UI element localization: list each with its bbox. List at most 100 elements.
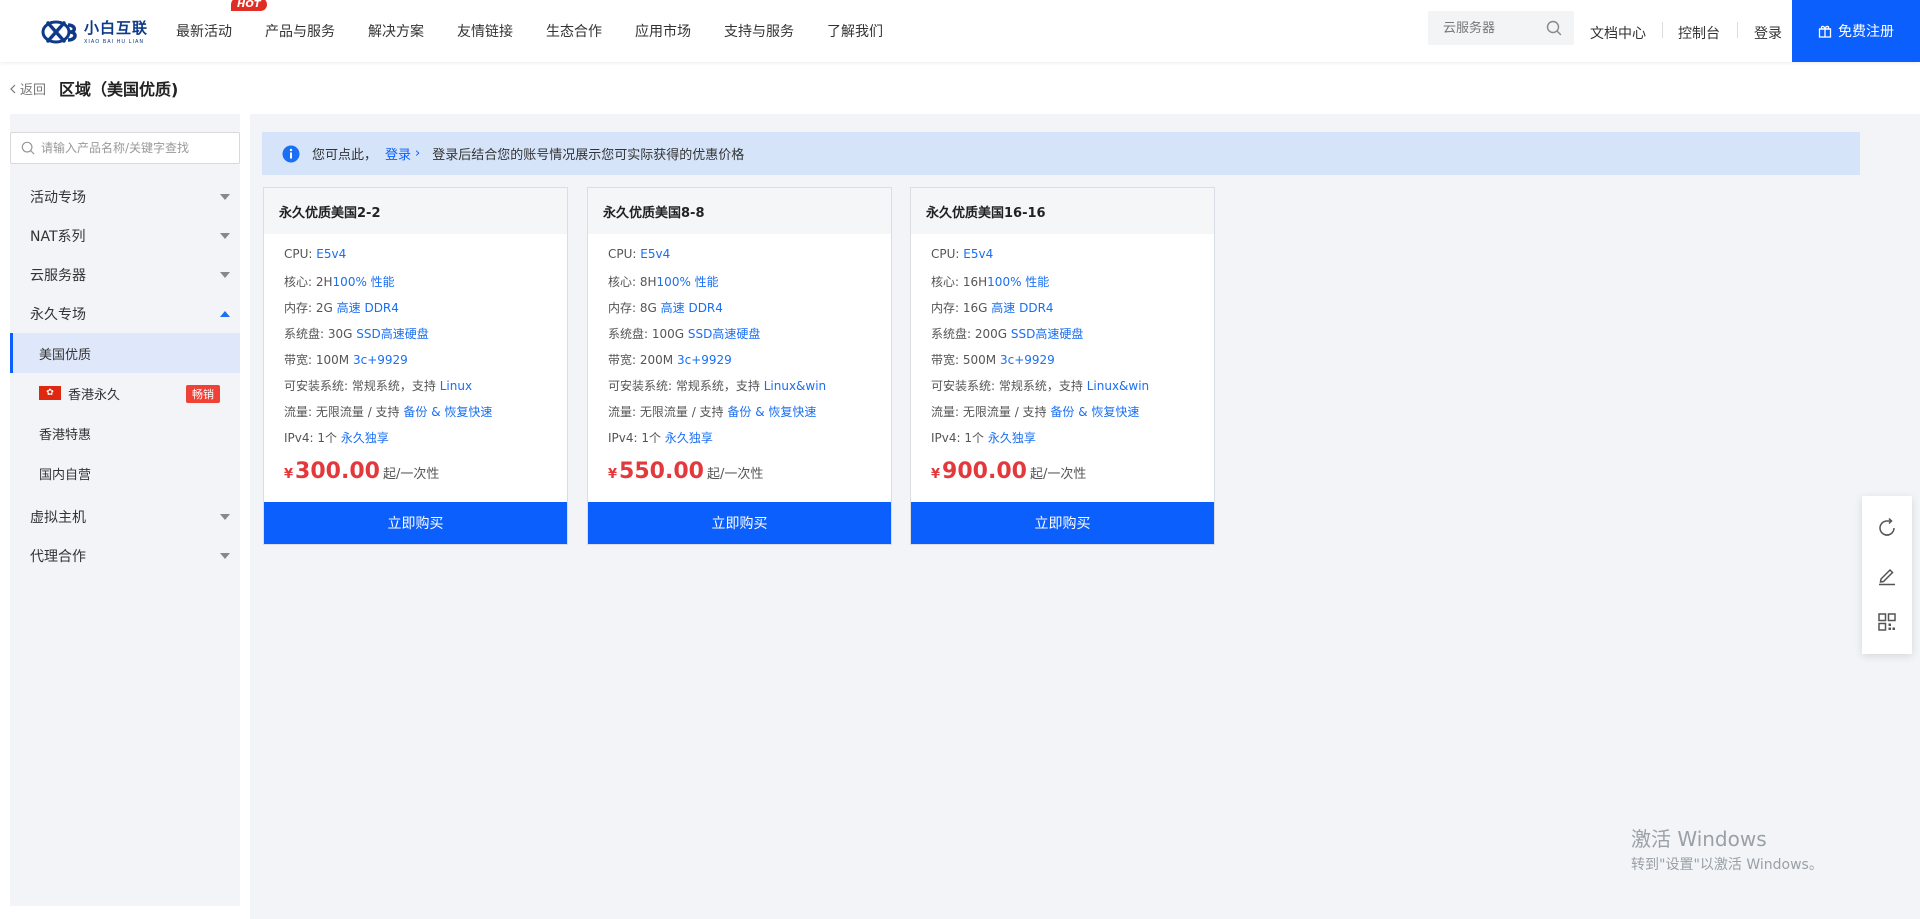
sidebar-subitem-us[interactable]: 美国优质 <box>10 333 240 373</box>
price-row: ¥ 900.00 起/一次性 <box>931 459 1214 493</box>
spec-value: 无限流量 / 支持 <box>315 405 400 419</box>
spec-ipv4: IPv4: 1个 永久独享 <box>284 429 567 455</box>
spec-value: 2G <box>315 301 333 315</box>
sidebar-subitem-hk-special[interactable]: 香港特惠 <box>10 413 240 453</box>
price-unit: 起/一次性 <box>706 467 764 482</box>
register-button[interactable]: 免费注册 <box>1792 0 1920 62</box>
spec-label: IPv4: <box>284 431 314 445</box>
site-logo[interactable]: 小白互联 XIAO BAI HU LIAN <box>40 14 150 48</box>
search-icon[interactable] <box>1546 20 1562 36</box>
nav-item-about[interactable]: 了解我们 <box>827 21 883 41</box>
nav-item-links[interactable]: 友情链接 <box>457 21 513 41</box>
spec-label: 带宽: <box>608 353 637 367</box>
product-card: 永久优质美国8-8 CPU: E5v4 核心: 8H100% 性能 内存: 8G… <box>587 187 892 545</box>
docs-link[interactable]: 文档中心 <box>1590 23 1646 43</box>
sidebar-item-permanent[interactable]: 永久专场 <box>10 294 240 333</box>
buy-now-button[interactable]: 立即购买 <box>588 502 891 544</box>
price-amount: 900.00 <box>942 459 1027 484</box>
caret-down-icon <box>220 194 230 200</box>
spec-highlight: 100% 性能 <box>332 275 395 289</box>
qrcode-icon[interactable] <box>1875 610 1899 634</box>
spec-value: 常规系统，支持 <box>675 379 760 393</box>
spec-highlight: 永久独享 <box>664 431 713 445</box>
spec-highlight: 永久独享 <box>340 431 389 445</box>
console-link[interactable]: 控制台 <box>1678 23 1720 43</box>
spec-label: 流量: <box>931 405 960 419</box>
sidebar-item-activity[interactable]: 活动专场 <box>10 177 240 216</box>
notice-text: 登录后结合您的账号情况展示您可实际获得的优惠价格 <box>432 148 745 163</box>
spec-label: 系统盘: <box>284 327 325 341</box>
submenu-label: 香港特惠 <box>39 427 92 443</box>
login-notice: 您可点此， 登录 › 登录后结合您的账号情况展示您可实际获得的优惠价格 <box>262 132 1860 175</box>
sidebar-menu: 活动专场 NAT系列 云服务器 永久专场 美国优质 ✿ 香港永久 畅销 香港特惠… <box>10 177 240 575</box>
spec-bandwidth: 带宽: 500M 3c+9929 <box>931 351 1214 377</box>
login-link[interactable]: 登录 <box>1754 23 1782 43</box>
logo-text: 小白互联 <box>84 19 149 37</box>
spec-value: 1个 <box>317 431 338 445</box>
spec-disk: 系统盘: 200G SSD高速硬盘 <box>931 325 1214 351</box>
sidebar-search-input[interactable] <box>41 141 231 155</box>
sidebar-search <box>10 132 240 164</box>
chevron-left-icon <box>10 84 16 93</box>
notice-login-link[interactable]: 登录 <box>385 144 411 163</box>
spec-label: CPU: <box>284 247 313 261</box>
spec-value: 8G <box>639 301 657 315</box>
spec-highlight: 备份 & 恢复快速 <box>1050 405 1140 419</box>
spec-highlight: SSD高速硬盘 <box>687 327 761 341</box>
main-content: 您可点此， 登录 › 登录后结合您的账号情况展示您可实际获得的优惠价格 永久优质… <box>250 114 1920 919</box>
main-nav: 最新活动 HOT 产品与服务 解决方案 友情链接 生态合作 应用市场 支持与服务… <box>158 0 916 62</box>
search-icon <box>21 141 35 155</box>
sidebar-item-agent[interactable]: 代理合作 <box>10 536 240 575</box>
spec-label: 可安装系统: <box>284 379 349 393</box>
spec-highlight: E5v4 <box>640 247 671 261</box>
header-search-input[interactable] <box>1443 20 1543 36</box>
nav-item-app-market[interactable]: 应用市场 <box>635 21 691 41</box>
buy-now-button[interactable]: 立即购买 <box>264 502 567 544</box>
product-name: 永久优质美国16-16 <box>911 188 1214 234</box>
product-name: 永久优质美国8-8 <box>588 188 891 234</box>
spec-value: 200G <box>974 327 1008 341</box>
spec-value: 8H <box>639 275 657 289</box>
submenu-label: 国内自营 <box>39 467 92 483</box>
spec-memory: 内存: 8G 高速 DDR4 <box>608 299 891 325</box>
edit-icon[interactable] <box>1875 563 1899 587</box>
currency-symbol: ¥ <box>608 467 618 482</box>
refresh-icon[interactable] <box>1875 516 1899 540</box>
nav-item-support[interactable]: 支持与服务 <box>724 21 794 41</box>
nav-item-products[interactable]: 产品与服务 <box>265 21 335 41</box>
price-unit: 起/一次性 <box>382 467 440 482</box>
spec-traffic: 流量: 无限流量 / 支持 备份 & 恢复快速 <box>608 403 891 429</box>
back-label: 返回 <box>20 83 47 98</box>
spec-highlight: E5v4 <box>316 247 347 261</box>
sidebar-subitem-hk[interactable]: ✿ 香港永久 畅销 <box>10 373 240 413</box>
spec-label: 可安装系统: <box>608 379 673 393</box>
nav-item-solutions[interactable]: 解决方案 <box>368 21 424 41</box>
nav-item-ecosystem[interactable]: 生态合作 <box>546 21 602 41</box>
sidebar-subitem-domestic[interactable]: 国内自营 <box>10 453 240 493</box>
bestseller-badge: 畅销 <box>186 385 220 403</box>
logo-icon <box>40 15 80 47</box>
spec-label: CPU: <box>931 247 960 261</box>
caret-up-icon <box>220 311 230 317</box>
hk-flag-icon: ✿ <box>39 386 61 400</box>
spec-value: 500M <box>962 353 997 367</box>
sidebar-item-cloud[interactable]: 云服务器 <box>10 255 240 294</box>
header-search <box>1428 11 1574 45</box>
spec-label: 核心: <box>284 275 313 289</box>
spec-highlight: 100% 性能 <box>656 275 719 289</box>
caret-down-icon <box>220 553 230 559</box>
sidebar-item-vhost[interactable]: 虚拟主机 <box>10 497 240 536</box>
spec-traffic: 流量: 无限流量 / 支持 备份 & 恢复快速 <box>284 403 567 429</box>
watermark-title: 激活 Windows <box>1631 827 1767 851</box>
spec-disk: 系统盘: 30G SSD高速硬盘 <box>284 325 567 351</box>
spec-value: 30G <box>327 327 353 341</box>
back-link[interactable]: 返回 <box>10 79 46 98</box>
spec-label: CPU: <box>608 247 637 261</box>
spec-value: 常规系统，支持 <box>998 379 1083 393</box>
spec-disk: 系统盘: 100G SSD高速硬盘 <box>608 325 891 351</box>
sidebar-item-nat[interactable]: NAT系列 <box>10 216 240 255</box>
spec-highlight: 备份 & 恢复快速 <box>727 405 817 419</box>
buy-now-button[interactable]: 立即购买 <box>911 502 1214 544</box>
nav-item-latest-activity[interactable]: 最新活动 HOT <box>176 0 267 41</box>
spec-label: 系统盘: <box>931 327 972 341</box>
